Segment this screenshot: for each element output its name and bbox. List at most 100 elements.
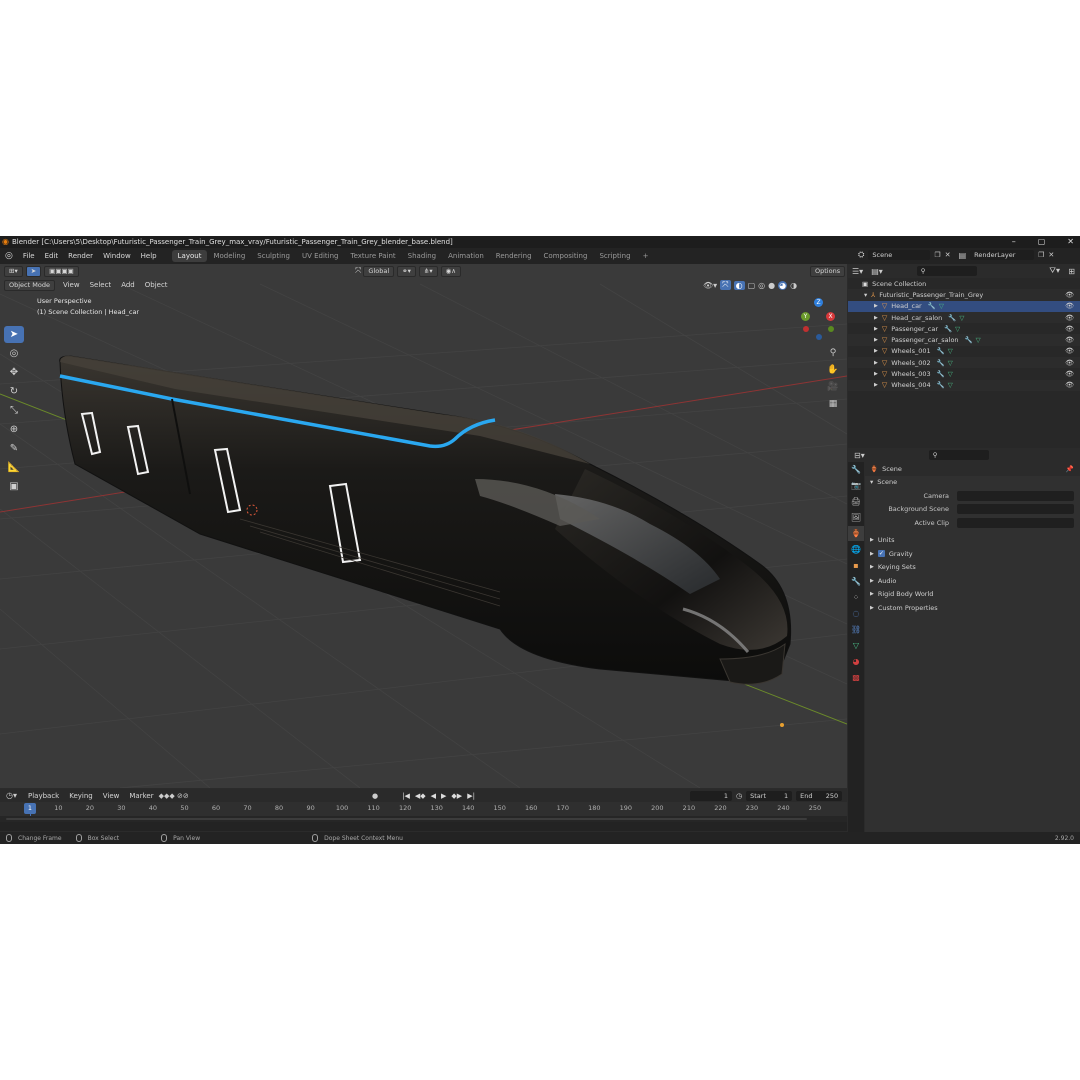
modifier-wrench-icon[interactable]: 🔧 [937, 347, 945, 355]
scene-selector[interactable]: Scene [868, 250, 931, 260]
modifier-wrench-icon[interactable]: 🔧 [928, 302, 936, 310]
pan-hand-icon[interactable]: ✋ [826, 363, 840, 377]
camera-field[interactable] [957, 490, 1074, 501]
cursor-tool-icon[interactable]: ◎ [4, 345, 24, 362]
record-icon[interactable]: ● [372, 792, 378, 800]
menu-marker[interactable]: Marker [124, 792, 158, 800]
visibility-eye-icon[interactable]: 👁 [1065, 381, 1074, 389]
transform-tool-icon[interactable]: ⊕ [4, 421, 24, 438]
copy-scene-icon[interactable]: ❐ [934, 251, 940, 259]
ortho-grid-icon[interactable]: ▦ [826, 397, 840, 411]
gizmo-neg-x[interactable] [803, 326, 809, 332]
mesh-data-icon[interactable]: ▽ [955, 325, 960, 333]
texture-tab-icon[interactable]: ▩ [848, 670, 864, 685]
render-layer-selector[interactable]: RenderLayer [970, 250, 1035, 260]
pivot-point-icon[interactable]: ⚭▾ [397, 265, 416, 277]
filter-icon[interactable]: ⛛▾ [1049, 266, 1060, 276]
jump-end-icon[interactable]: ▶| [467, 792, 475, 800]
tool-tab-icon[interactable]: 🔧 [848, 462, 864, 477]
mesh-data-icon[interactable]: ▽ [948, 359, 953, 367]
gizmo-z-axis[interactable]: Z [814, 298, 823, 307]
gizmo-x-axis[interactable]: X [826, 312, 835, 321]
overlay-toggle-icon[interactable]: ◐ [733, 280, 745, 290]
object-mode-dropdown[interactable]: Object Mode [4, 279, 55, 291]
view-layer-tab-icon[interactable]: 🖼 [848, 510, 864, 525]
menu-timeline-view[interactable]: View [98, 792, 125, 800]
outliner-object-row[interactable]: ▶ ▽ Passenger_car 🔧 ▽ 👁 [848, 323, 1080, 334]
outliner-object-row[interactable]: ▶ ▽ Passenger_car_salon 🔧 ▽ 👁 [848, 334, 1080, 346]
tab-shading[interactable]: Shading [402, 250, 442, 262]
modifier-wrench-icon[interactable]: 🔧 [948, 314, 956, 322]
menu-object[interactable]: Object [140, 281, 173, 289]
menu-window[interactable]: Window [98, 252, 136, 260]
outliner-object-row[interactable]: ▶ ▽ Wheels_003 🔧 ▽ 👁 [848, 368, 1080, 379]
scene-panel-header[interactable]: ▾ Scene [865, 476, 1080, 490]
subpanel-header[interactable]: ▶ Units [865, 534, 1080, 548]
gizmo-neg-z[interactable] [816, 334, 822, 340]
display-mode-icon[interactable]: ▤▾ [867, 267, 887, 276]
visibility-eye-icon[interactable]: 👁 [1065, 291, 1074, 299]
outliner-collection[interactable]: ▾ ⅄ Futuristic_Passenger_Train_Grey 👁 [848, 289, 1080, 301]
expand-icon[interactable]: ▶ [874, 360, 878, 366]
expand-icon[interactable]: ▶ [874, 315, 878, 321]
add-cube-tool-icon[interactable]: ▣ [4, 478, 24, 495]
3d-viewport[interactable]: User Perspective (1) Scene Collection | … [0, 264, 847, 788]
visibility-eye-icon[interactable]: 👁 [1065, 359, 1074, 367]
current-frame-field[interactable]: 1 [690, 790, 732, 801]
tab-layout[interactable]: Layout [171, 250, 208, 262]
tab-uv-editing[interactable]: UV Editing [296, 250, 345, 262]
visibility-eye-icon[interactable]: 👁 [1065, 314, 1074, 322]
render-tab-icon[interactable]: 📷 [848, 478, 864, 493]
object-tab-icon[interactable]: ▪ [848, 558, 864, 573]
outliner-search-input[interactable]: ⚲ [916, 266, 977, 276]
train-model[interactable] [59, 355, 792, 685]
solid-shading-icon[interactable]: ● [768, 281, 775, 290]
snap-icon[interactable]: ⋔▾ [418, 265, 438, 277]
modifier-wrench-icon[interactable]: 🔧 [937, 370, 945, 378]
tab-animation[interactable]: Animation [442, 250, 490, 262]
gravity-checkbox[interactable]: ✓ [877, 550, 885, 558]
mesh-data-icon[interactable]: ▽ [959, 314, 964, 322]
zoom-icon[interactable]: ⚲ [826, 346, 840, 360]
outliner-object-row[interactable]: ▶ ▽ Wheels_002 🔧 ▽ 👁 [848, 357, 1080, 369]
xray-icon[interactable]: ▢ [748, 281, 756, 290]
timeline-editor-type-icon[interactable]: ◷▾ [0, 791, 23, 800]
prev-keyframe-icon[interactable]: ◀◆ [415, 792, 426, 800]
outliner-object-row[interactable]: ▶ ▽ Head_car_salon 🔧 ▽ 👁 [848, 311, 1080, 324]
jump-start-icon[interactable]: |◀ [402, 792, 410, 800]
copy-layer-icon[interactable]: ❐ [1038, 251, 1044, 259]
visibility-eye-icon[interactable]: 👁 [1065, 325, 1074, 333]
close-button[interactable]: ✕ [1067, 236, 1074, 248]
outliner-object-row[interactable]: ▶ ▽ Wheels_004 🔧 ▽ 👁 [848, 379, 1080, 391]
selection-boxes-icon[interactable]: ▣▣▣▣ [44, 265, 79, 277]
physics-tab-icon[interactable]: ◌ [848, 606, 864, 621]
expand-icon[interactable]: ▾ [864, 291, 867, 299]
mesh-data-icon[interactable]: ▽ [948, 381, 953, 389]
modifier-wrench-icon[interactable]: 🔧 [937, 359, 945, 367]
transform-orientation-dropdown[interactable]: Global [363, 265, 395, 277]
mesh-data-icon[interactable]: ▽ [976, 336, 981, 344]
properties-search-input[interactable]: ⚲ [928, 450, 989, 460]
options-dropdown[interactable]: Options [810, 265, 846, 277]
frame-ruler[interactable]: 1 10 20 30 40 50 60 70 80 90 100 110 120 130 140 150 160… [0, 802, 847, 822]
visibility-eye-icon[interactable]: 👁 [1065, 302, 1074, 310]
select-mode-icon[interactable]: ➤ [25, 265, 42, 277]
timeline-track[interactable] [0, 816, 847, 822]
modifier-tab-icon[interactable]: 🔧 [848, 574, 864, 589]
active-clip-field[interactable] [957, 517, 1074, 528]
output-tab-icon[interactable]: 🖨 [848, 494, 864, 509]
start-frame-field[interactable]: Start 1 [746, 790, 793, 801]
outliner-object-row[interactable]: ▶ ▽ Head_car 🔧 ▽ 👁 [848, 300, 1080, 312]
menu-file[interactable]: File [18, 252, 40, 260]
scene-tab-icon[interactable]: 🏺 [848, 526, 864, 541]
tab-rendering[interactable]: Rendering [490, 250, 538, 262]
outliner-root[interactable]: ▣ Scene Collection [848, 278, 1080, 289]
gizmo-toggle-icon[interactable]: ⤧ [720, 280, 731, 290]
background-scene-field[interactable] [957, 504, 1074, 515]
menu-keying[interactable]: Keying [64, 792, 98, 800]
delete-scene-icon[interactable]: ✕ [945, 251, 951, 259]
gizmo-neg-y[interactable] [828, 326, 834, 332]
menu-render[interactable]: Render [63, 252, 98, 260]
select-tool-icon[interactable]: ➤ [4, 326, 24, 343]
wireframe-shading-icon[interactable]: ◎ [758, 281, 765, 290]
